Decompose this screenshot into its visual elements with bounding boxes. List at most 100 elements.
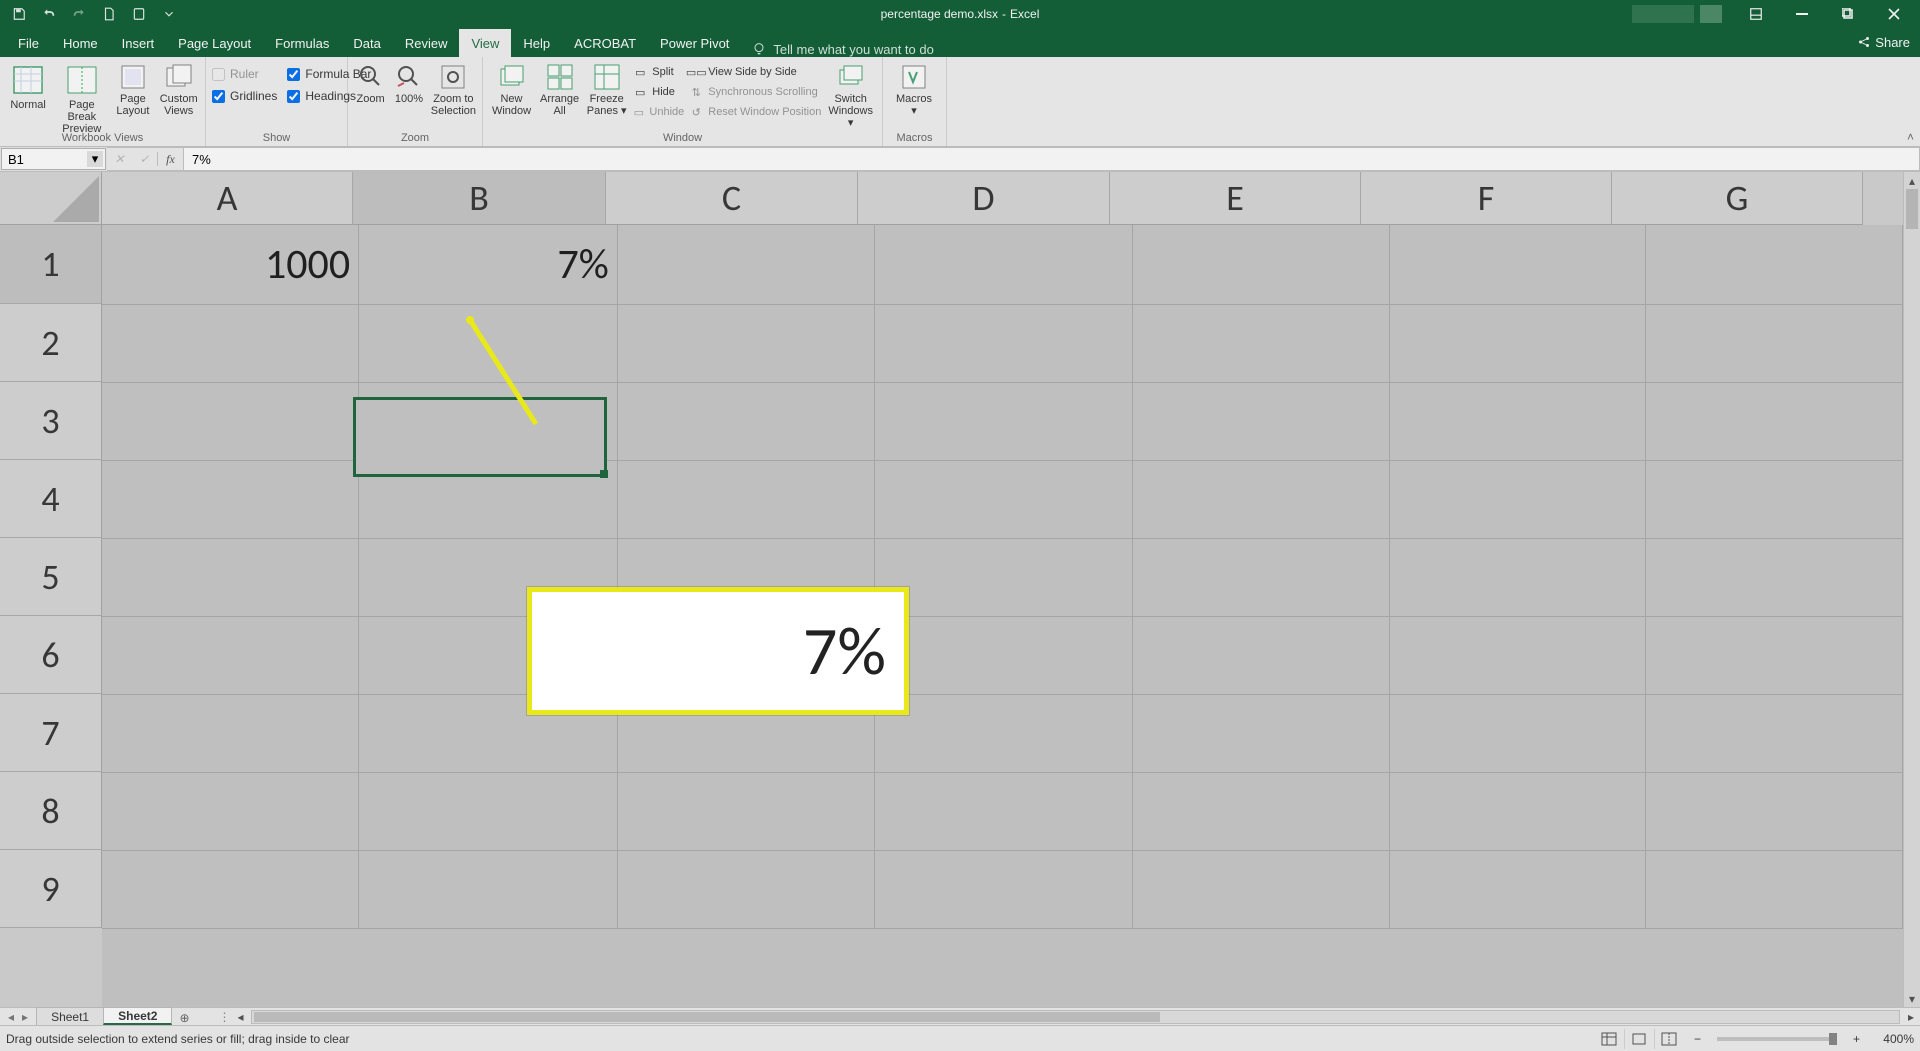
page-break-preview-button[interactable]: Page Break Preview [56, 61, 107, 135]
cell-a2[interactable] [102, 304, 359, 382]
row-header-6[interactable]: 6 [0, 616, 102, 694]
insert-function-button[interactable]: fx [158, 152, 183, 167]
hscroll-thumb[interactable] [254, 1012, 1160, 1022]
tab-file[interactable]: File [6, 29, 51, 57]
scroll-left-icon[interactable]: ◂ [231, 1010, 249, 1024]
next-sheet-icon[interactable]: ▸ [22, 1010, 28, 1024]
cells-grid[interactable]: 1000 7% [102, 225, 1903, 1007]
view-page-layout-icon[interactable] [1624, 1029, 1654, 1049]
formula-bar-value: 7% [192, 152, 211, 167]
zoom-out-icon[interactable]: − [1690, 1032, 1705, 1046]
window-title: percentage demo.xlsx - Excel [881, 7, 1040, 21]
arrange-all-button[interactable]: Arrange All [538, 61, 581, 129]
scroll-thumb[interactable] [1906, 189, 1918, 229]
custom-views-button[interactable]: Custom Views [158, 61, 199, 135]
tab-review[interactable]: Review [393, 29, 460, 57]
cell-c1[interactable] [617, 225, 875, 304]
formula-enter-button[interactable]: ✓ [132, 152, 157, 166]
vertical-scrollbar[interactable]: ▴ ▾ [1903, 172, 1920, 1007]
tab-formulas[interactable]: Formulas [263, 29, 341, 57]
normal-view-button[interactable]: Normal [6, 61, 50, 135]
tab-view[interactable]: View [459, 29, 511, 57]
cell-f1[interactable] [1389, 225, 1646, 304]
name-box-dropdown-icon[interactable]: ▾ [87, 151, 103, 167]
zoom-to-selection-button[interactable]: Zoom to Selection [431, 61, 476, 117]
sheet-tab-sheet1[interactable]: Sheet1 [36, 1007, 104, 1025]
sheet-tab-sheet2[interactable]: Sheet2 [103, 1007, 172, 1025]
tab-acrobat[interactable]: ACROBAT [562, 29, 648, 57]
col-header-d[interactable]: D [858, 172, 1110, 225]
row-header-1[interactable]: 1 [0, 225, 102, 304]
tab-insert[interactable]: Insert [110, 29, 167, 57]
restore-icon[interactable] [1826, 0, 1870, 28]
zoom-percent[interactable]: 400% [1870, 1032, 1914, 1046]
row-header-7[interactable]: 7 [0, 694, 102, 772]
col-header-a[interactable]: A [102, 172, 353, 225]
cell-b2[interactable] [359, 304, 618, 382]
view-page-break-icon[interactable] [1654, 1029, 1684, 1049]
row-header-4[interactable]: 4 [0, 460, 102, 538]
tab-home[interactable]: Home [51, 29, 110, 57]
account-badge[interactable] [1632, 5, 1694, 23]
select-all-triangle[interactable] [0, 172, 102, 225]
new-sheet-button[interactable]: ⊕ [171, 1011, 197, 1025]
save-icon[interactable] [10, 5, 28, 23]
qat-customize-icon[interactable] [160, 5, 178, 23]
row-header-5[interactable]: 5 [0, 538, 102, 616]
close-icon[interactable] [1872, 0, 1916, 28]
name-box[interactable]: B1 ▾ [1, 148, 106, 170]
cell-e1[interactable] [1133, 225, 1390, 304]
row-header-3[interactable]: 3 [0, 382, 102, 460]
col-header-g[interactable]: G [1612, 172, 1863, 225]
zoom-in-icon[interactable]: + [1849, 1032, 1864, 1046]
tab-help[interactable]: Help [511, 29, 562, 57]
share-label: Share [1875, 35, 1910, 50]
row-header-2[interactable]: 2 [0, 304, 102, 382]
formula-cancel-button[interactable]: ✕ [107, 152, 132, 166]
horizontal-scrollbar[interactable] [251, 1010, 1900, 1024]
col-header-f[interactable]: F [1361, 172, 1612, 225]
freeze-panes-button[interactable]: Freeze Panes ▾ [585, 61, 628, 129]
collapse-ribbon-icon[interactable]: ˄ [1907, 130, 1914, 144]
tab-data[interactable]: Data [341, 29, 392, 57]
split-button[interactable]: ▭Split [632, 63, 684, 81]
tab-power-pivot[interactable]: Power Pivot [648, 29, 741, 57]
scroll-right-icon[interactable]: ▸ [1902, 1010, 1920, 1024]
row-header-8[interactable]: 8 [0, 772, 102, 850]
tab-splitter[interactable]: ⋮ [217, 1010, 231, 1024]
new-window-button[interactable]: New Window [489, 61, 534, 129]
col-header-b[interactable]: B [353, 172, 606, 225]
touch-mode-icon[interactable] [130, 5, 148, 23]
tab-page-layout[interactable]: Page Layout [166, 29, 263, 57]
new-file-icon[interactable] [100, 5, 118, 23]
ribbon-options-icon[interactable] [1734, 0, 1778, 28]
col-header-c[interactable]: C [606, 172, 858, 225]
switch-windows-button[interactable]: Switch Windows ▾ [825, 61, 876, 129]
redo-icon[interactable] [70, 5, 88, 23]
cell-d1[interactable] [875, 225, 1133, 304]
page-layout-view-button[interactable]: Page Layout [113, 61, 152, 135]
zoom-slider-handle[interactable] [1829, 1033, 1837, 1045]
zoom-button[interactable]: Zoom [354, 61, 387, 117]
account-avatar[interactable] [1700, 5, 1722, 23]
formula-bar-input[interactable]: 7% [184, 147, 1920, 171]
view-normal-icon[interactable] [1594, 1029, 1624, 1049]
scroll-down-icon[interactable]: ▾ [1904, 990, 1920, 1007]
gridlines-checkbox[interactable]: Gridlines [212, 89, 277, 103]
zoom-100-button[interactable]: 100% [393, 61, 425, 117]
scroll-up-icon[interactable]: ▴ [1904, 172, 1920, 189]
cell-g1[interactable] [1646, 225, 1903, 304]
macros-button[interactable]: Macros▾ [889, 61, 939, 117]
row-header-9[interactable]: 9 [0, 850, 102, 928]
zoom-slider[interactable] [1717, 1037, 1837, 1041]
undo-icon[interactable] [40, 5, 58, 23]
col-header-e[interactable]: E [1110, 172, 1361, 225]
prev-sheet-icon[interactable]: ◂ [8, 1010, 14, 1024]
view-side-by-side-button[interactable]: ▭▭View Side by Side [688, 63, 821, 81]
cell-b1[interactable]: 7% [359, 225, 618, 304]
cell-a1[interactable]: 1000 [102, 225, 359, 304]
hide-button[interactable]: ▭Hide [632, 83, 684, 101]
share-button[interactable]: Share [1857, 28, 1910, 56]
minimize-icon[interactable] [1780, 0, 1824, 28]
tell-me-search[interactable]: Tell me what you want to do [751, 41, 933, 57]
